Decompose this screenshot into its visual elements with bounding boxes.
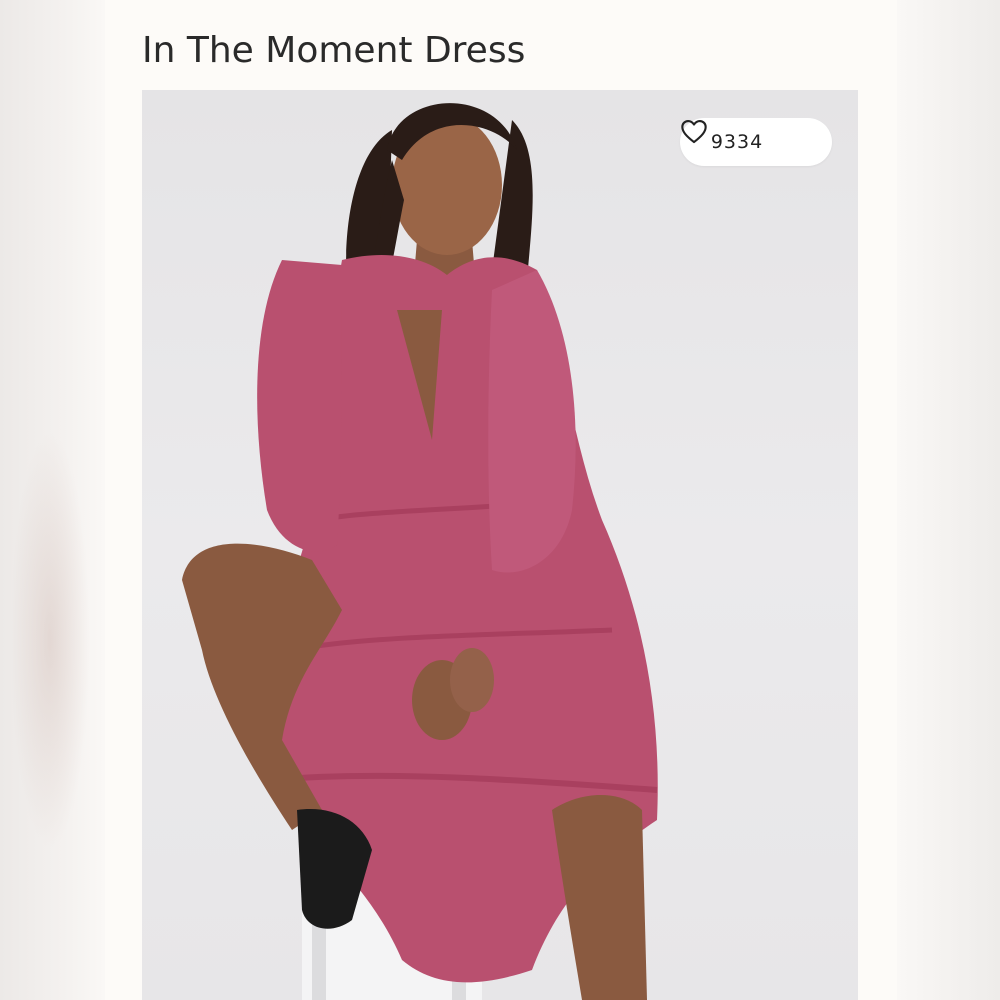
product-title: In The Moment Dress bbox=[142, 30, 526, 71]
heart-icon bbox=[681, 120, 801, 155]
like-button[interactable]: 9334 bbox=[680, 118, 832, 166]
left-blur-backdrop bbox=[0, 0, 105, 1000]
product-card: In The Moment Dress 9334 bbox=[105, 0, 897, 1000]
like-count: 9334 bbox=[710, 131, 764, 153]
model-illustration bbox=[182, 103, 658, 1000]
right-blur-backdrop bbox=[895, 0, 1000, 1000]
product-photo[interactable]: 9334 bbox=[142, 90, 858, 1000]
